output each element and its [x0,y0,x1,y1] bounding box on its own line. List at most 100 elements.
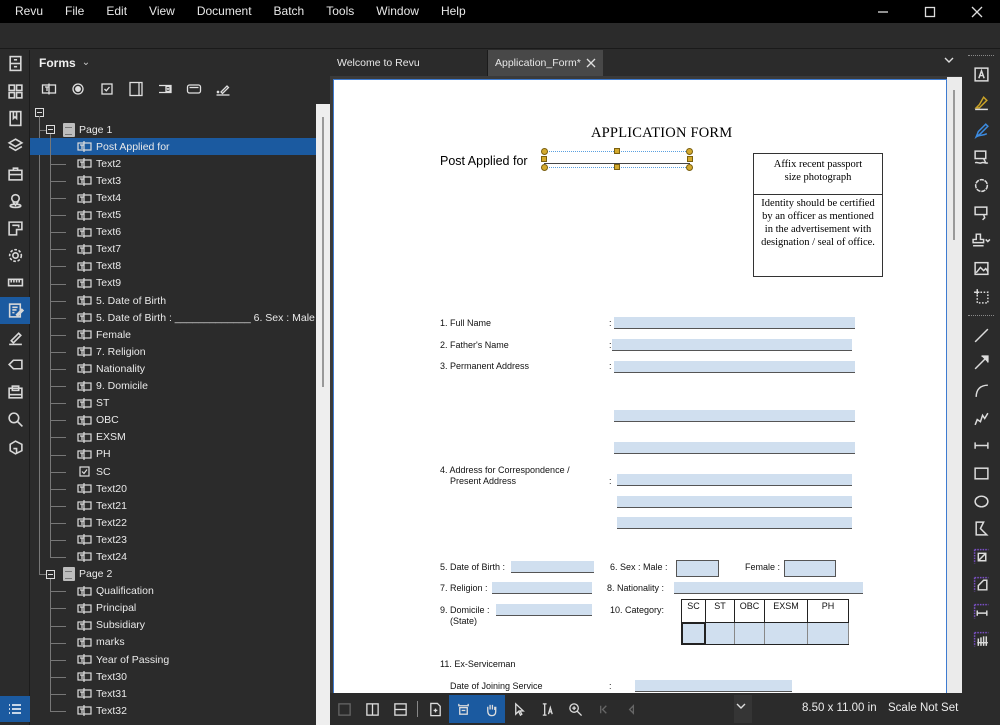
split-vertical-button[interactable] [358,695,386,723]
forms-panel-scrollbar[interactable] [316,104,330,725]
tree-field-node[interactable]: SC [30,463,316,480]
menu-help[interactable]: Help [430,0,477,23]
menu-view[interactable]: View [138,0,186,23]
date-joining-field[interactable] [635,680,792,692]
stamp-tool[interactable] [962,227,1000,255]
dropdown-tool-button[interactable] [154,79,175,99]
bookmarks-button[interactable] [0,105,30,132]
scrollbar-thumb[interactable] [953,90,955,240]
polyline-tool[interactable] [962,404,1000,432]
stamp-panel-button[interactable] [0,379,30,406]
correspondence-address-field-2[interactable] [617,496,852,508]
menu-edit[interactable]: Edit [95,0,138,23]
image-tool[interactable] [962,255,1000,283]
layers-button[interactable] [0,132,30,159]
domicile-field[interactable] [496,604,592,616]
resize-handle[interactable] [686,164,693,171]
tree-field-node[interactable]: Text21 [30,497,316,514]
checkbox-tool-button[interactable] [96,79,117,99]
split-horizontal-button[interactable] [386,695,414,723]
scale-readout[interactable]: Scale Not Set [888,693,958,723]
tree-field-node[interactable]: OBC [30,412,316,429]
document-viewport[interactable]: APPLICATION FORM Post Applied for Affix … [330,76,962,693]
resize-handle[interactable] [687,156,693,162]
tree-field-node[interactable]: Post Applied for [30,138,316,156]
page-navigation-dropdown[interactable] [734,695,752,723]
tab-application-form[interactable]: Application_Form* [488,50,603,76]
tree-field-node[interactable]: Text22 [30,514,316,531]
document-scrollbar[interactable] [947,77,962,693]
line-tool[interactable] [962,321,1000,349]
menu-batch[interactable]: Batch [263,0,316,23]
tree-field-node[interactable]: Text6 [30,224,316,241]
polygon-tool[interactable] [962,515,1000,543]
forms-panel-button[interactable] [0,296,30,324]
resize-handle[interactable] [686,148,693,155]
previous-page-button[interactable] [617,695,645,723]
count-measure-tool[interactable] [962,626,1000,654]
length-measure-tool[interactable] [962,598,1000,626]
3d-button[interactable] [0,433,30,460]
tree-field-node[interactable]: ST [30,395,316,412]
highlighter-tool[interactable] [962,89,1000,117]
tree-field-node[interactable]: Text20 [30,480,316,497]
category-input-cell-ph[interactable] [807,622,849,645]
button-tool-button[interactable] [183,79,204,99]
tree-field-node[interactable]: 7. Religion [30,343,316,360]
toolchest-button[interactable] [0,160,30,187]
arc-tool[interactable] [962,377,1000,405]
resize-handle[interactable] [614,164,620,170]
thumbnails-button[interactable] [0,77,30,104]
search-button[interactable] [0,406,30,433]
tree-field-node[interactable]: Text24 [30,548,316,565]
minimize-button[interactable] [859,0,906,23]
spaces-button[interactable] [0,214,30,241]
markups-list-button[interactable] [0,696,30,722]
fathers-name-field[interactable] [612,339,852,351]
sync-button[interactable] [421,695,449,723]
text-box-tool[interactable] [962,199,1000,227]
collapse-icon[interactable] [46,125,55,135]
tree-field-node[interactable]: marks [30,634,316,651]
forms-panel-header[interactable]: Forms ⌄ [30,50,330,75]
post-applied-field[interactable] [541,148,693,171]
typewriter-tool[interactable] [962,61,1000,89]
first-page-button[interactable] [589,695,617,723]
cloud-tool[interactable] [962,172,1000,200]
tree-field-node[interactable]: Text3 [30,172,316,189]
female-field[interactable] [784,560,836,577]
tree-field-node[interactable]: Text2 [30,155,316,172]
close-window-button[interactable] [953,0,1000,23]
pen-tool[interactable] [962,116,1000,144]
tab-welcome-to-revu[interactable]: Welcome to Revu [330,50,488,76]
resize-handle[interactable] [541,156,547,162]
tree-page-node[interactable]: Page 1 [30,121,316,138]
tab-list-chevron-icon[interactable] [944,56,954,67]
zoom-button[interactable] [561,695,589,723]
signatures-button[interactable] [0,324,30,351]
dob-field[interactable] [511,561,594,573]
perimeter-measure-tool[interactable] [962,570,1000,598]
measurements-button[interactable] [0,269,30,296]
snapshot-tool[interactable] [962,283,1000,311]
tree-field-node[interactable]: Text31 [30,685,316,702]
select-text-button[interactable] [533,695,561,723]
resize-handle[interactable] [541,164,548,171]
menu-file[interactable]: File [54,0,95,23]
correspondence-address-field-1[interactable] [617,474,852,486]
tree-field-node[interactable]: Female [30,326,316,343]
collapse-icon[interactable] [46,569,55,579]
permanent-address-field-1[interactable] [614,361,855,373]
tree-field-node[interactable]: Nationality [30,360,316,377]
tree-field-node[interactable]: Text7 [30,241,316,258]
resize-handle[interactable] [614,148,620,154]
tree-field-node[interactable]: Text23 [30,531,316,548]
listbox-tool-button[interactable] [125,79,146,99]
tree-field-node[interactable]: Text4 [30,189,316,206]
menu-revu[interactable]: Revu [0,0,54,23]
religion-field[interactable] [492,582,592,594]
single-page-button[interactable] [330,695,358,723]
nationality-field[interactable] [674,582,863,594]
tree-field-node[interactable]: Text9 [30,275,316,292]
permanent-address-field-2[interactable] [614,410,855,422]
